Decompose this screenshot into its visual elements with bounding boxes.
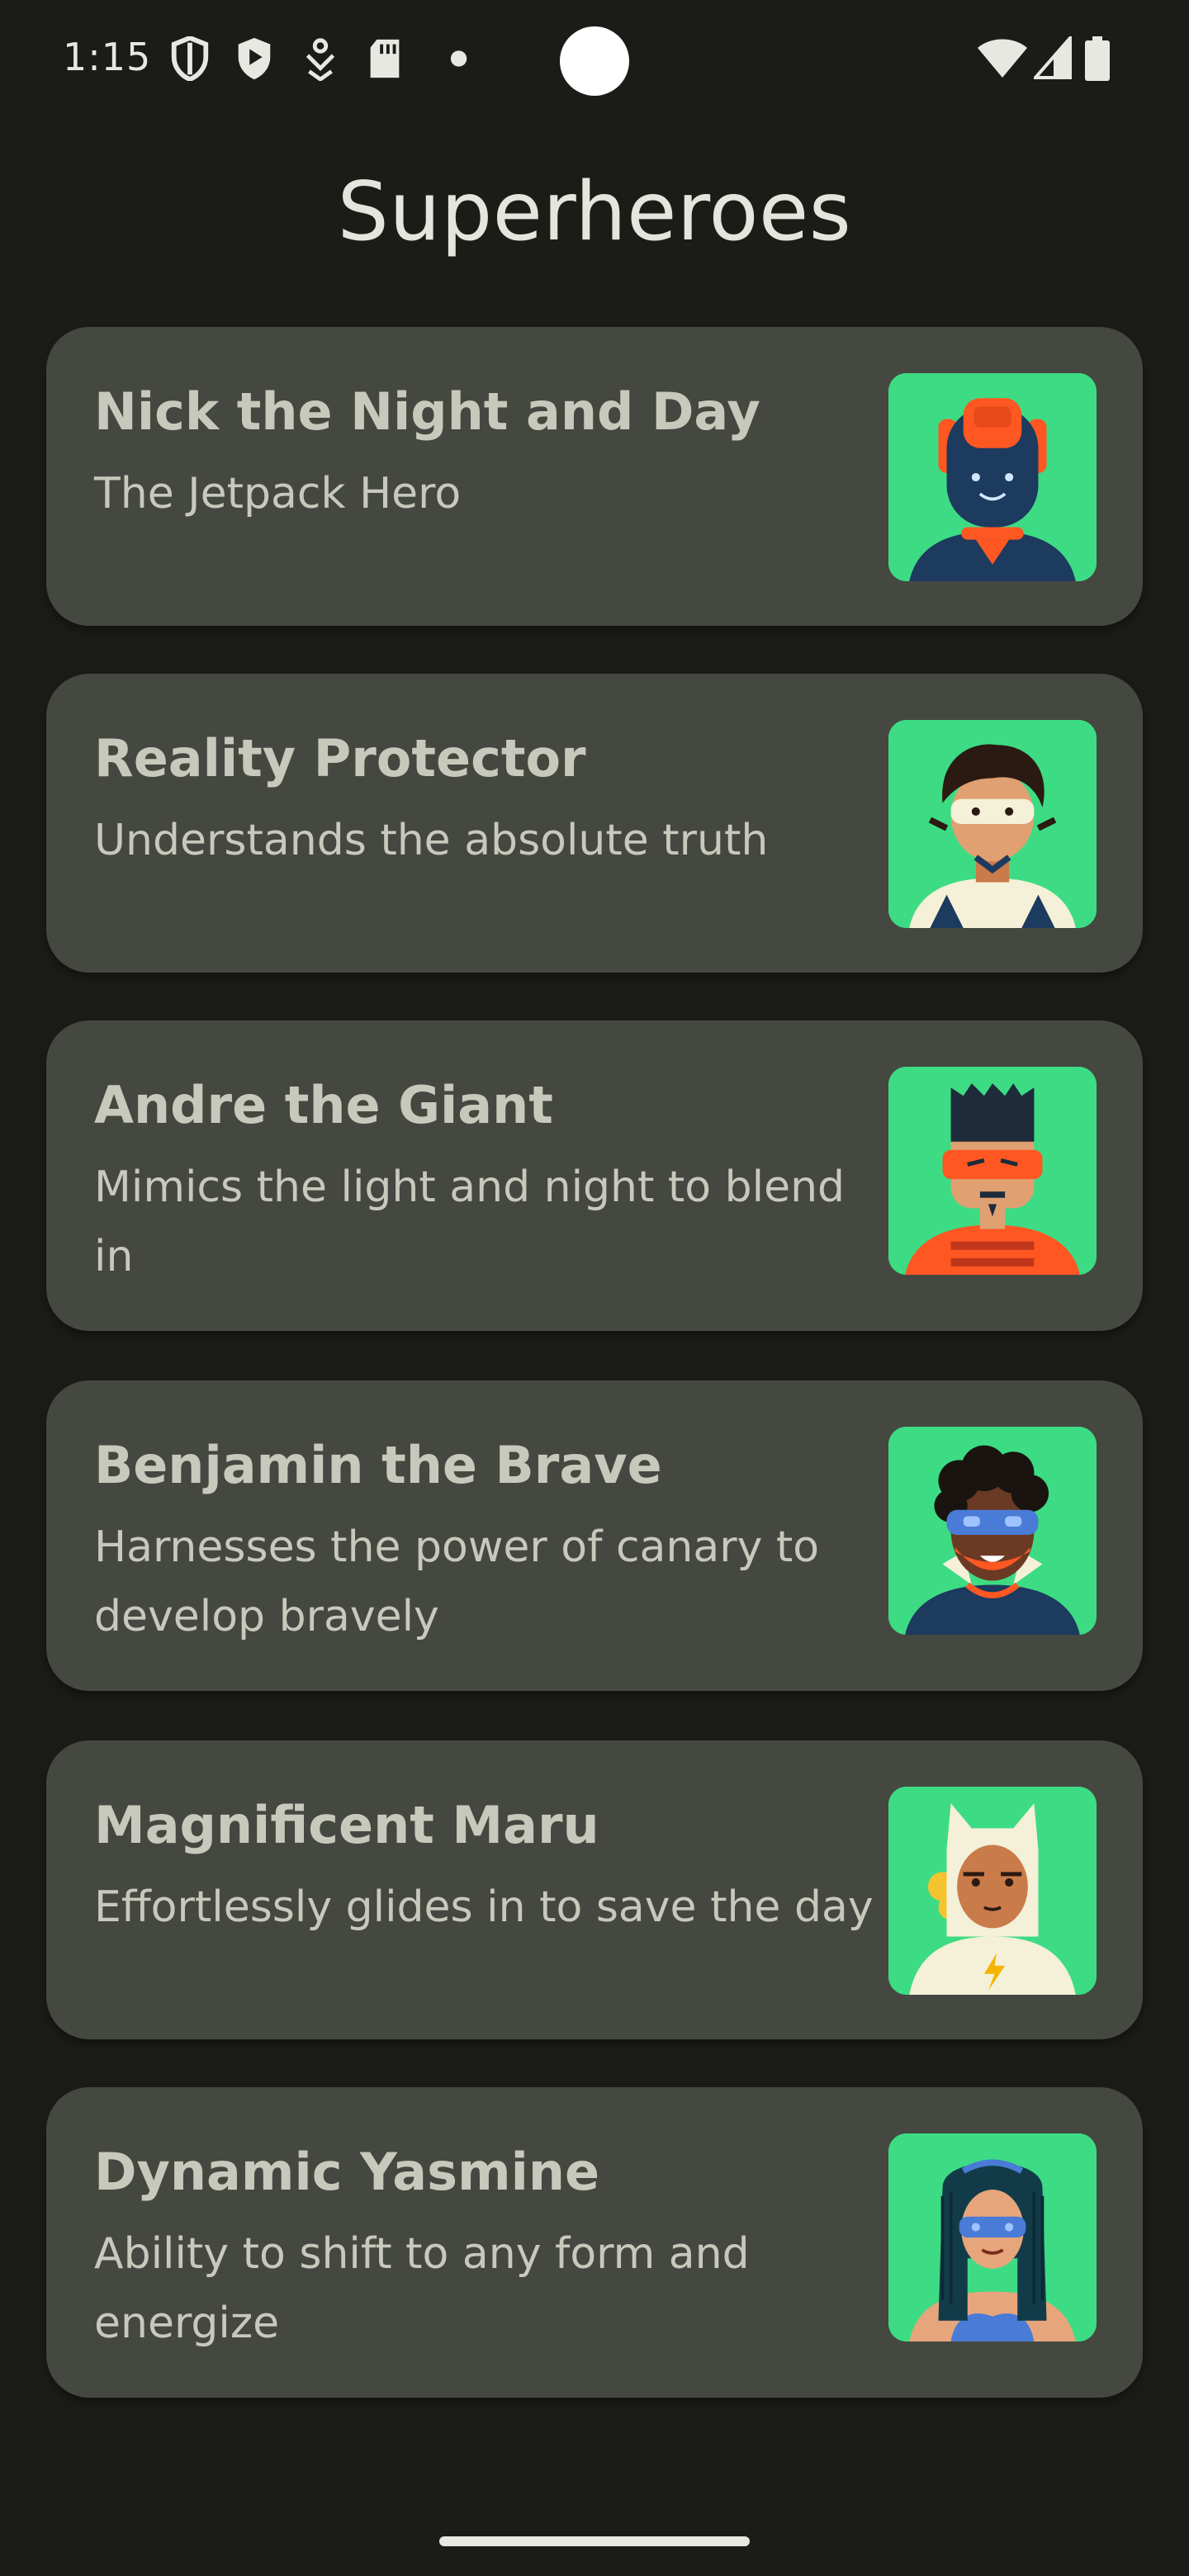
hero-card[interactable]: Dynamic Yasmine Ability to shift to any … bbox=[46, 2087, 1143, 2398]
hero-avatar bbox=[888, 1787, 1097, 1995]
hero-card[interactable]: Benjamin the Brave Harnesses the power o… bbox=[46, 1380, 1143, 1691]
hero-card[interactable]: Reality Protector Understands the absolu… bbox=[46, 674, 1143, 973]
hero-name: Magnificent Maru bbox=[94, 1795, 599, 1855]
camera-cutout bbox=[560, 26, 629, 96]
hero-avatar bbox=[888, 373, 1097, 581]
hero-card[interactable]: Magnificent Maru Effortlessly glides in … bbox=[46, 1740, 1143, 2039]
hero-name: Nick the Night and Day bbox=[94, 381, 760, 442]
wifi-icon bbox=[978, 39, 1027, 78]
dot-icon bbox=[450, 50, 467, 67]
sd-card-icon bbox=[370, 39, 400, 78]
page-title: Superheroes bbox=[337, 165, 852, 259]
gesture-nav-handle[interactable] bbox=[439, 2536, 750, 2546]
hero-description: Mimics the light and night to blend in bbox=[94, 1163, 846, 1281]
shield-icon bbox=[171, 36, 209, 81]
download-icon bbox=[306, 38, 335, 81]
hero-description: Harnesses the power of canary to develop… bbox=[94, 1522, 820, 1641]
hero-avatar bbox=[888, 1427, 1097, 1635]
hero-name: Andre the Giant bbox=[94, 1075, 553, 1135]
hero-avatar bbox=[888, 2133, 1097, 2342]
status-time: 1:15 bbox=[63, 35, 152, 79]
hero-card[interactable]: Nick the Night and Day The Jetpack Hero bbox=[46, 327, 1143, 626]
hero-description: Ability to shift to any form and energiz… bbox=[94, 2229, 750, 2348]
hero-name: Dynamic Yasmine bbox=[94, 2142, 600, 2202]
status-bar: 1:15 bbox=[0, 0, 1189, 124]
hero-description: Effortlessly glides in to save the day bbox=[94, 1882, 874, 1932]
hero-avatar bbox=[888, 1067, 1097, 1275]
hero-avatar bbox=[888, 720, 1097, 928]
play-shield-icon bbox=[238, 37, 271, 80]
hero-name: Reality Protector bbox=[94, 728, 586, 788]
hero-name: Benjamin the Brave bbox=[94, 1435, 662, 1495]
hero-description: The Jetpack Hero bbox=[94, 469, 462, 519]
hero-card[interactable]: Andre the Giant Mimics the light and nig… bbox=[46, 1020, 1143, 1331]
hero-description: Understands the absolute truth bbox=[94, 816, 769, 865]
battery-icon bbox=[1085, 36, 1110, 81]
cellular-signal-icon bbox=[1034, 36, 1072, 79]
